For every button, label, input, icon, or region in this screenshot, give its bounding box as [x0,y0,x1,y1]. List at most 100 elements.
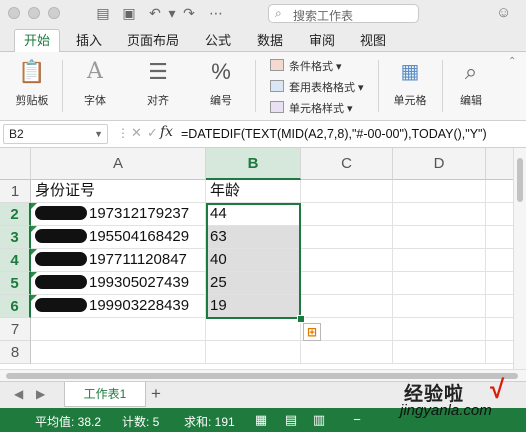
zoom-out-icon[interactable]: − [349,412,365,428]
alignment-group[interactable]: ☰ 对齐 [133,52,183,120]
row-header-8[interactable]: 8 [0,341,31,364]
cell-b2[interactable]: 44 [206,203,301,226]
cell-d4[interactable] [393,249,486,272]
cell-styles-button[interactable]: 单元格样式 ▾ [270,100,353,116]
tab-data[interactable]: 数据 [257,30,283,51]
cell-b3[interactable]: 63 [206,226,301,249]
cell-b6[interactable]: 19 [206,295,301,318]
tab-review[interactable]: 审阅 [309,30,335,51]
column-header-e[interactable] [486,148,513,180]
paste-options-icon[interactable]: ⊞ [303,323,321,341]
search-icon: ⌕ [464,59,478,84]
cell-e7[interactable] [486,318,513,341]
cells-group[interactable]: ▦ 单元格 [384,52,436,120]
undo-icon[interactable]: ↶ [146,4,164,22]
cell-b5[interactable]: 25 [206,272,301,295]
fill-handle[interactable] [297,315,305,323]
font-group[interactable]: A 字体 [70,52,120,120]
cell-d8[interactable] [393,341,486,364]
row-header-5[interactable]: 5 [0,272,31,295]
add-sheet-button[interactable]: + [151,385,161,403]
column-header-b[interactable]: B [206,148,301,180]
conditional-formatting-button[interactable]: 条件格式 ▾ [270,58,342,74]
cell-c4[interactable] [301,249,393,272]
next-sheet-icon[interactable]: ▶ [36,387,45,401]
column-header-a[interactable]: A [31,148,206,180]
cell-d7[interactable] [393,318,486,341]
page-layout-view-icon[interactable]: ▤ [283,412,299,428]
search-sheet-input[interactable]: ⌕ 搜索工作表 [268,4,419,23]
formula-input[interactable]: =DATEDIF(TEXT(MID(A2,7,8),"#-00-00"),TOD… [181,127,487,141]
cell-e6[interactable] [486,295,513,318]
minimize-window-button[interactable] [28,7,40,19]
select-all-button[interactable] [0,148,31,180]
cell-e8[interactable] [486,341,513,364]
previous-sheet-icon[interactable]: ◀ [14,387,23,401]
cell-a6[interactable]: 199903228439 [31,295,206,318]
cell-a1[interactable]: 身份证号 [31,180,206,203]
cell-e1[interactable] [486,180,513,203]
editing-group[interactable]: ⌕ 编辑 [446,52,496,120]
column-header-d[interactable]: D [393,148,486,180]
cell-b4[interactable]: 40 [206,249,301,272]
cell-e5[interactable] [486,272,513,295]
row-header-1[interactable]: 1 [0,180,31,203]
sidebar-toggle-icon[interactable]: ▤ [94,4,112,22]
cell-c6[interactable] [301,295,393,318]
cancel-icon[interactable]: ✕ [131,125,142,141]
cell-c1[interactable] [301,180,393,203]
cell-c2[interactable] [301,203,393,226]
column-header-c[interactable]: C [301,148,393,180]
cell-b1[interactable]: 年龄 [206,180,301,203]
cell-c3[interactable] [301,226,393,249]
save-icon[interactable]: ▣ [120,4,138,22]
enter-icon[interactable]: ✓ [147,125,158,141]
close-window-button[interactable] [8,7,20,19]
customize-toolbar-icon[interactable]: ⋯ [207,4,225,22]
vertical-scrollbar[interactable] [513,148,526,369]
cell-a2[interactable]: 197312179237 [31,203,206,226]
redo-icon[interactable]: ↷ [180,4,198,22]
row-header-2[interactable]: 2 [0,203,31,226]
cell-d1[interactable] [393,180,486,203]
vertical-scroll-thumb[interactable] [517,158,523,202]
zoom-window-button[interactable] [48,7,60,19]
cell-c5[interactable] [301,272,393,295]
page-break-view-icon[interactable]: ▥ [311,412,327,428]
account-icon[interactable]: ☺ [496,4,514,22]
row-header-3[interactable]: 3 [0,226,31,249]
tab-view[interactable]: 视图 [360,30,386,51]
cell-a7[interactable] [31,318,206,341]
row-header-4[interactable]: 4 [0,249,31,272]
cell-d2[interactable] [393,203,486,226]
cell-e2[interactable] [486,203,513,226]
cell-a3[interactable]: 195504168429 [31,226,206,249]
insert-function-button[interactable]: fx [160,124,173,140]
cell-e3[interactable] [486,226,513,249]
cell-a8[interactable] [31,341,206,364]
tab-page-layout[interactable]: 页面布局 [127,30,179,51]
cell-c8[interactable] [301,341,393,364]
row-header-6[interactable]: 6 [0,295,31,318]
tab-insert[interactable]: 插入 [76,30,102,51]
tab-formulas[interactable]: 公式 [205,30,231,51]
cell-b8[interactable] [206,341,301,364]
cell-a4[interactable]: 197711120847 [31,249,206,272]
cell-d6[interactable] [393,295,486,318]
spreadsheet-grid[interactable]: A B C D 1 2 3 4 5 6 7 8 身份证号 年龄 19731217… [0,148,513,369]
tab-home[interactable]: 开始 [14,29,61,53]
name-box[interactable]: B2 ▼ [3,124,108,144]
cell-a5[interactable]: 199305027439 [31,272,206,295]
number-group[interactable]: % 编号 [196,52,246,120]
cell-d3[interactable] [393,226,486,249]
clipboard-group[interactable]: 📋 剪贴板 [6,52,58,120]
cell-e4[interactable] [486,249,513,272]
cell-b7[interactable] [206,318,301,341]
format-as-table-button[interactable]: 套用表格格式 ▾ [270,79,364,95]
normal-view-icon[interactable]: ▦ [253,412,269,428]
row-header-7[interactable]: 7 [0,318,31,341]
undo-dropdown-icon[interactable]: ▾ [163,4,181,22]
sheet-tab-active[interactable]: 工作表1 [64,382,146,407]
cell-d5[interactable] [393,272,486,295]
collapse-ribbon-icon[interactable]: ⌃ [508,56,516,67]
